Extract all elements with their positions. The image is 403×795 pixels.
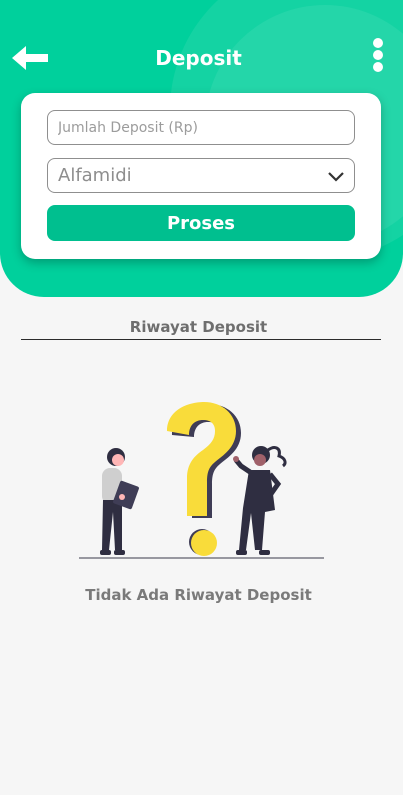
more-vertical-icon (368, 38, 388, 72)
empty-history-text: Tidak Ada Riwayat Deposit (85, 586, 312, 604)
more-options-button[interactable] (368, 38, 388, 74)
deposit-amount-input[interactable] (47, 110, 355, 145)
process-button[interactable]: Proses (47, 205, 355, 241)
divider (21, 339, 381, 340)
store-select[interactable]: Alfamidi (47, 158, 355, 193)
deposit-form-card: Alfamidi Proses (21, 93, 381, 259)
chevron-down-icon (328, 172, 344, 182)
history-title: Riwayat Deposit (129, 318, 268, 336)
question-mark-people-illustration (79, 402, 324, 559)
page-title: Deposit (155, 46, 242, 70)
store-select-value: Alfamidi (58, 165, 132, 186)
